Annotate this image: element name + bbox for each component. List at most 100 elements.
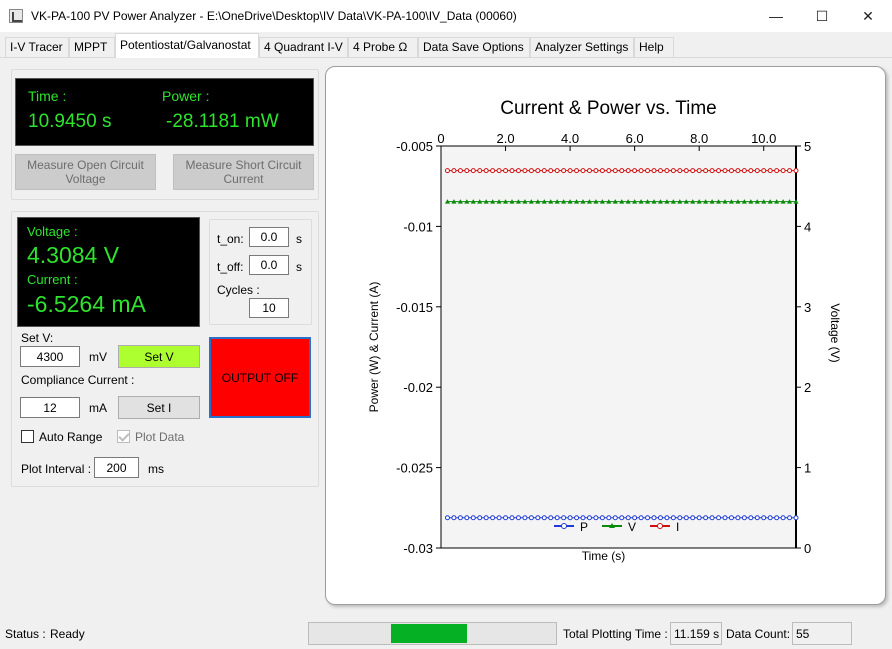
series-point-I [457,168,463,174]
t-off-unit: s [296,260,302,274]
series-point-I [703,168,709,174]
series-point-I [645,168,651,174]
tab-potentiostat[interactable]: Potentiostat/Galvanostat [115,33,259,58]
series-point-I [470,168,476,174]
legend-label-P: P [580,520,588,534]
tab-iv-tracer[interactable]: I-V Tracer [5,37,69,57]
series-point-I [599,168,605,174]
series-point-I [586,168,592,174]
series-point-P [528,515,534,521]
compliance-unit: mA [89,401,107,415]
tab-analyzer-settings[interactable]: Analyzer Settings [530,37,634,57]
cycles-input[interactable]: 10 [249,298,289,318]
series-point-P [787,515,793,521]
series-point-P [793,515,799,521]
series-point-P [515,515,521,521]
x-tick-label: 6.0 [626,131,644,146]
minimize-button[interactable]: — [753,0,799,32]
y-tick-label: -0.025 [396,461,433,476]
auto-range-checkbox[interactable] [21,430,34,443]
legend-label-V: V [628,520,636,534]
total-time-value: 11.159 s [670,622,722,645]
chart-svg: Current & Power vs. Time 0 2.0 4.0 6.0 8.0 10.… [367,98,842,563]
tab-mppt[interactable]: MPPT [69,37,115,57]
output-off-button[interactable]: OUTPUT OFF [209,337,311,418]
t-on-input[interactable]: 0.0 [249,227,289,247]
series-point-I [535,168,541,174]
series-point-P [457,515,463,521]
t-off-input[interactable]: 0.0 [249,255,289,275]
series-point-P [522,515,528,521]
tab-4-probe[interactable]: 4 Probe Ω [348,37,418,57]
maximize-button[interactable]: ☐ [799,0,845,32]
series-point-I [625,168,631,174]
series-point-I [709,168,715,174]
t-off-label: t_off: [217,260,244,274]
series-point-P [696,515,702,521]
series-point-I [670,168,676,174]
series-point-P [451,515,457,521]
series-point-I [515,168,521,174]
series-point-P [767,515,773,521]
plot-interval-input[interactable]: 200 [94,457,139,478]
series-point-P [496,515,502,521]
series-point-P [774,515,780,521]
series-point-P [709,515,715,521]
series-point-I [761,168,767,174]
compliance-input[interactable]: 12 [20,397,80,418]
series-point-I [483,168,489,174]
series-point-I [612,168,618,174]
series-point-I [683,168,689,174]
y-tick-label: -0.005 [396,139,433,154]
progress-bar [308,622,557,645]
series-point-P [651,515,657,521]
close-button[interactable]: ✕ [845,0,891,32]
legend-label-I: I [676,520,679,534]
time-label: Time : [28,88,67,104]
set-i-button[interactable]: Set I [118,396,200,419]
series-point-I [561,168,567,174]
series-point-P [574,515,580,521]
series-point-I [657,168,663,174]
measure-isc-button[interactable]: Measure Short Circuit Current [173,154,314,190]
set-v-unit: mV [89,350,107,364]
series-point-P [645,515,651,521]
series-point-I [793,168,799,174]
series-point-I [651,168,657,174]
set-v-label: Set V: [21,331,54,345]
y-tick-label: -0.01 [403,219,433,234]
set-v-input[interactable]: 4300 [20,346,80,367]
plot-data-checkbox[interactable] [117,430,130,443]
tab-4-quadrant-iv[interactable]: 4 Quadrant I-V [259,37,348,57]
series-point-P [754,515,760,521]
series-point-P [444,515,450,521]
series-point-I [722,168,728,174]
series-point-I [638,168,644,174]
set-v-button[interactable]: Set V [118,345,200,368]
series-point-I [767,168,773,174]
series-point-I [664,168,670,174]
series-point-I [787,168,793,174]
title-bar: VK-PA-100 PV Power Analyzer - E:\OneDriv… [0,0,892,32]
window-title: VK-PA-100 PV Power Analyzer - E:\OneDriv… [31,9,517,23]
y-tick-label: -0.015 [396,300,433,315]
series-point-I [677,168,683,174]
time-power-display: Time : 10.9450 s Power : -28.1181 mW [15,78,314,146]
measure-voc-button[interactable]: Measure Open Circuit Voltage [15,154,156,190]
tab-data-save-options[interactable]: Data Save Options [418,37,530,57]
series-point-I [464,168,470,174]
series-point-P [716,515,722,521]
tab-help[interactable]: Help [634,37,674,57]
series-point-I [580,168,586,174]
status-label: Status : [5,627,46,641]
plot-interval-unit: ms [148,462,164,476]
series-point-P [638,515,644,521]
voltage-value: 4.3084 V [27,242,120,268]
series-point-P [477,515,483,521]
tab-strip: I-V Tracer MPPT Potentiostat/Galvanostat… [0,33,892,58]
series-point-I [541,168,547,174]
series-point-P [703,515,709,521]
series-point-I [451,168,457,174]
series-point-P [657,515,663,521]
series-point-P [554,515,560,521]
